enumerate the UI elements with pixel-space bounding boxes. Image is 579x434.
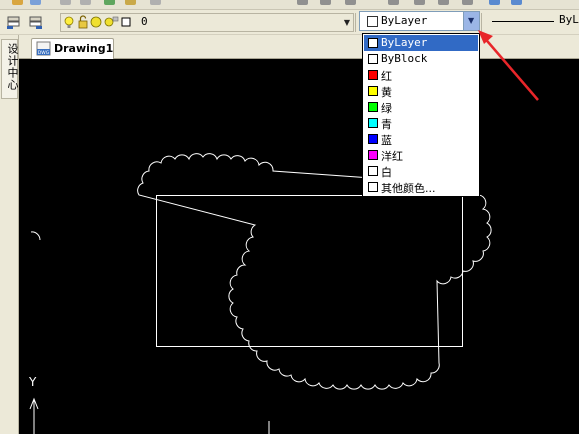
color-options-list[interactable]: ByLayer ByBlock 红黄绿青蓝洋红白其他颜色... [362, 33, 480, 197]
chevron-down-icon: ▼ [468, 16, 475, 25]
color-option[interactable]: 黄 [364, 83, 478, 99]
toolbar-icon[interactable] [297, 0, 308, 5]
color-option-label: 黄 [381, 86, 392, 99]
color-option-swatch [368, 134, 378, 144]
color-option[interactable]: 其他颜色... [364, 179, 478, 195]
color-option[interactable]: 蓝 [364, 131, 478, 147]
linetype-value[interactable]: ByLayer [559, 13, 579, 26]
color-option[interactable]: 洋红 [364, 147, 478, 163]
color-option-swatch [368, 38, 378, 48]
toolbar-icon[interactable] [388, 0, 399, 5]
linetype-preview-line [492, 21, 554, 22]
color-option-label: 红 [381, 70, 392, 83]
side-panel: 设计中心 [0, 35, 19, 434]
design-center-label: 设计中心 [6, 43, 19, 91]
color-option-swatch [368, 70, 378, 80]
toolbar-icon[interactable] [345, 0, 356, 5]
color-option-swatch [368, 150, 378, 160]
partial-arc [30, 231, 41, 241]
color-option-swatch [368, 54, 378, 64]
color-option[interactable]: 白 [364, 163, 478, 179]
layer-name: 0 [141, 15, 148, 28]
color-option-swatch [368, 182, 378, 192]
color-option[interactable]: ByBlock [364, 51, 478, 67]
color-option-label: ByBlock [381, 52, 428, 65]
color-swatch [367, 16, 378, 27]
drawing-canvas[interactable]: Y [19, 59, 579, 434]
color-option-swatch [368, 166, 378, 176]
annotation-arrow-icon [478, 30, 539, 101]
tab-label: Drawing1 [54, 42, 114, 55]
layer-state-icons [64, 15, 131, 29]
drawn-rectangle[interactable] [156, 195, 463, 347]
toolbar-icon[interactable] [414, 0, 425, 5]
color-option[interactable]: 红 [364, 67, 478, 83]
layer-manager-icon[interactable] [5, 13, 23, 31]
color-option[interactable]: 青 [364, 115, 478, 131]
color-dropdown[interactable]: ByLayer ▼ [359, 11, 480, 31]
chevron-down-icon[interactable]: ▼ [344, 18, 350, 27]
toolbar-icon[interactable] [489, 0, 500, 5]
color-option[interactable]: ByLayer [364, 35, 478, 51]
toolbar-icon[interactable] [511, 0, 522, 5]
color-option-label: ByLayer [381, 36, 428, 49]
layer-dropdown[interactable]: 0 ▼ [60, 13, 354, 32]
color-option-label: 蓝 [381, 134, 392, 147]
color-option-label: 青 [381, 118, 392, 131]
dwg-file-icon: DWG [36, 41, 51, 56]
toolbar-icon[interactable] [320, 0, 331, 5]
toolbar-icon[interactable] [80, 0, 91, 5]
color-option-swatch [368, 102, 378, 112]
toolbar-icon[interactable] [125, 0, 136, 5]
color-option-swatch [368, 86, 378, 96]
drawing-svg: Y [28, 153, 492, 434]
tab-drawing1[interactable]: DWG Drawing1 [31, 38, 114, 59]
color-option-swatch [368, 118, 378, 128]
color-current-value: ByLayer [381, 14, 428, 27]
toolbar-icon[interactable] [30, 0, 41, 5]
toolbar-icon[interactable] [150, 0, 161, 5]
toolbar-icon[interactable] [438, 0, 449, 5]
color-option-label: 洋红 [381, 150, 403, 163]
toolbar-icon[interactable] [12, 0, 23, 5]
color-option[interactable]: 绿 [364, 99, 478, 115]
layer-previous-icon[interactable] [27, 13, 45, 31]
ucs-y-label: Y [28, 375, 37, 389]
design-center-tab[interactable]: 设计中心 [1, 39, 19, 99]
toolbar-icon[interactable] [104, 0, 115, 5]
upper-toolbar-partial [0, 0, 579, 10]
toolbar-icon[interactable] [462, 0, 473, 5]
svg-text:DWG: DWG [38, 50, 50, 56]
color-option-label: 白 [381, 166, 392, 179]
toolbar-separator [355, 13, 356, 32]
toolbar-icon[interactable] [60, 0, 71, 5]
color-option-label: 其他颜色... [381, 182, 436, 195]
color-option-label: 绿 [381, 102, 392, 115]
